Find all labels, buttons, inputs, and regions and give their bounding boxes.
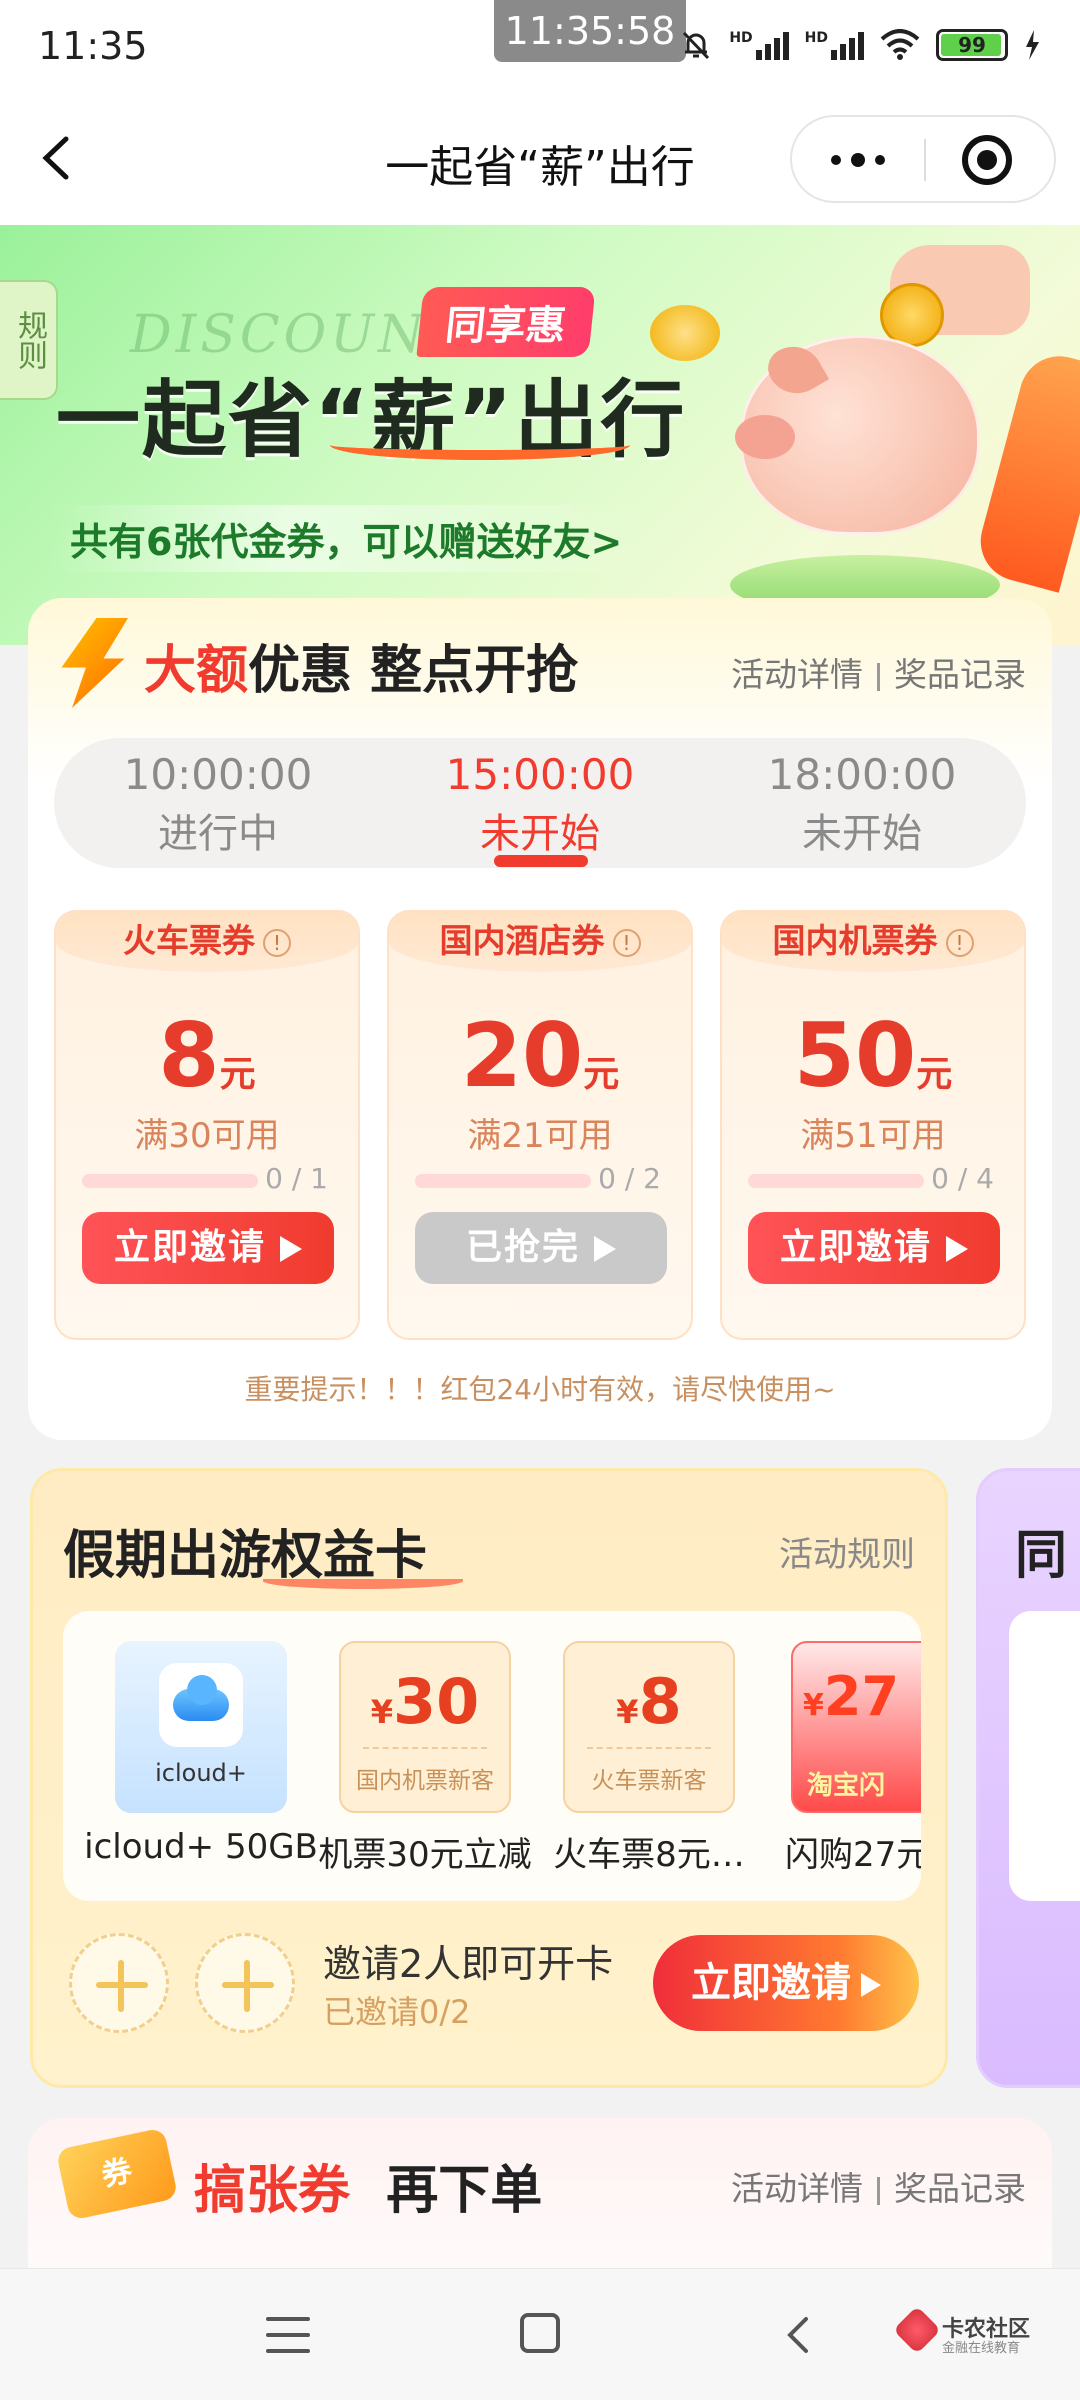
activity-details-link[interactable]: 活动详情 bbox=[731, 2169, 863, 2208]
invite-slot-plus-icon[interactable] bbox=[195, 1933, 295, 2033]
banner-title: 一起省“薪”出行 bbox=[56, 371, 687, 469]
system-nav-bar: 卡农社区 金融在线教育 bbox=[0, 2268, 1080, 2400]
watermark-icon bbox=[892, 2305, 942, 2355]
section-links: 活动详情 奖品记录 bbox=[731, 648, 1026, 696]
invite-requirement: 邀请2人即可开卡 bbox=[323, 1942, 614, 1986]
coupon-amount: 50 bbox=[793, 1004, 917, 1107]
coupon-train: 火车票券! 8元 满30可用 0 / 1 立即邀请 bbox=[54, 910, 360, 1340]
activity-rules-link[interactable]: 活动规则 bbox=[779, 1527, 915, 1576]
signal-icon-1: HD bbox=[729, 30, 789, 60]
clock-overlay: 11:35:58 bbox=[494, 0, 686, 62]
ticket-icon: 券 bbox=[55, 2127, 179, 2221]
banner-subtitle-link[interactable]: 共有6张代金券，可以赠送好友> bbox=[50, 505, 647, 572]
recent-apps-icon[interactable] bbox=[266, 2317, 310, 2353]
piggy-snout bbox=[735, 415, 795, 459]
mute-bell-icon bbox=[683, 31, 710, 60]
more-button[interactable] bbox=[792, 117, 924, 203]
coupon-hotel: 国内酒店券! 20元 满21可用 0 / 2 已抢完 bbox=[387, 910, 693, 1340]
coupon-condition: 满21可用 bbox=[467, 1116, 613, 1156]
section-title: 搞张券 再下单 bbox=[194, 2161, 543, 2221]
invite-slot-plus-icon[interactable] bbox=[69, 1933, 169, 2033]
section-title: 大额优惠 整点开抢 bbox=[144, 641, 579, 701]
back-icon[interactable] bbox=[780, 2315, 820, 2355]
lightning-icon bbox=[61, 618, 128, 708]
active-tab-indicator bbox=[494, 855, 588, 867]
coupon-condition: 满51可用 bbox=[800, 1116, 946, 1156]
battery-icon: 99 bbox=[936, 29, 1008, 61]
progress-count: 0 / 1 bbox=[265, 1162, 328, 1195]
time-tab-1500[interactable]: 15:00:00 未开始 bbox=[390, 750, 690, 859]
perk-item[interactable]: ¥30 国内机票新客 机票30元立减 bbox=[318, 1641, 532, 1876]
holiday-benefit-card: 假期出游权益卡 活动规则 icloud+ icloud+ 50GB ¥30 国内… bbox=[30, 1468, 948, 2088]
perk-item[interactable]: ¥8 火车票新客 火车票8元… bbox=[549, 1641, 749, 1876]
card-title: 同 bbox=[1015, 1526, 1068, 1586]
perk-name: icloud+ 50GB bbox=[84, 1827, 318, 1867]
progress-count: 0 / 2 bbox=[598, 1162, 661, 1195]
play-arrow-icon bbox=[280, 1236, 302, 1262]
invite-button[interactable]: 立即邀请 bbox=[82, 1212, 334, 1284]
invite-now-button[interactable]: 立即邀请 bbox=[653, 1935, 919, 2031]
invited-count: 已邀请0/2 bbox=[323, 1993, 471, 2031]
section-links: 活动详情 奖品记录 bbox=[731, 2162, 1026, 2210]
capsule-menu bbox=[790, 115, 1056, 203]
progress-bar bbox=[415, 1174, 591, 1188]
coupon-condition: 满30可用 bbox=[134, 1116, 280, 1156]
hero-banner: 规则 DISCOUNT 同享惠 一起省“薪”出行 共有6张代金券，可以赠送好友> bbox=[0, 225, 1080, 645]
perk-name: 机票30元立减 bbox=[318, 1835, 532, 1875]
prize-records-link[interactable]: 奖品记录 bbox=[894, 655, 1026, 694]
title-swoosh bbox=[330, 430, 630, 460]
taobao-coupon-icon: ¥27 淘宝闪 bbox=[791, 1641, 921, 1813]
signal-icon-2: HD bbox=[805, 30, 864, 60]
sold-out-button[interactable]: 已抢完 bbox=[415, 1212, 667, 1284]
play-arrow-icon bbox=[594, 1236, 616, 1262]
status-icons: HD HD 99 bbox=[679, 28, 1040, 62]
activity-details-link[interactable]: 活动详情 bbox=[731, 655, 863, 694]
charging-icon bbox=[1026, 30, 1039, 60]
time-slot-tabs: 10:00:00 进行中 15:00:00 未开始 18:00:00 未开始 bbox=[54, 738, 1026, 868]
ribbon-illustration bbox=[971, 347, 1080, 593]
watermark-logo: 卡农社区 金融在线教育 bbox=[892, 2305, 1030, 2359]
home-icon[interactable] bbox=[520, 2313, 560, 2353]
coupon-flight: 国内机票券! 50元 满51可用 0 / 4 立即邀请 bbox=[720, 910, 1026, 1340]
progress-bar bbox=[82, 1174, 258, 1188]
status-time: 11:35 bbox=[38, 24, 148, 68]
info-icon[interactable]: ! bbox=[612, 928, 641, 957]
progress-bar bbox=[748, 1174, 924, 1188]
coupon-name: 国内机票券 bbox=[772, 921, 938, 960]
promo-badge: 同享惠 bbox=[416, 287, 596, 357]
info-icon[interactable]: ! bbox=[945, 928, 974, 957]
time-tab-1800[interactable]: 18:00:00 未开始 bbox=[712, 750, 1012, 859]
perk-list: icloud+ icloud+ 50GB ¥30 国内机票新客 机票30元立减 … bbox=[63, 1611, 921, 1901]
coupon-ticket-icon: ¥8 火车票新客 bbox=[563, 1641, 735, 1813]
coupon-amount: 20 bbox=[460, 1004, 584, 1107]
perk-item[interactable]: icloud+ icloud+ 50GB bbox=[84, 1641, 318, 1867]
card-title: 假期出游权益卡 bbox=[63, 1526, 428, 1586]
coupon-ticket-icon: ¥30 国内机票新客 bbox=[339, 1641, 511, 1813]
rules-tab[interactable]: 规则 bbox=[0, 280, 58, 400]
icloud-icon: icloud+ bbox=[115, 1641, 287, 1813]
coupon-name: 国内酒店券 bbox=[439, 921, 605, 960]
big-discount-card: 大额优惠 整点开抢 活动详情 奖品记录 10:00:00 进行中 15:00:00 未… bbox=[28, 598, 1052, 1440]
perk-name: 闪购27元 bbox=[785, 1835, 921, 1875]
invite-button[interactable]: 立即邀请 bbox=[748, 1212, 1000, 1284]
more-dots-icon bbox=[831, 155, 841, 165]
nav-bar: 一起省“薪”出行 bbox=[0, 95, 1080, 225]
progress-count: 0 / 4 bbox=[931, 1162, 994, 1195]
status-bar: 11:35 11:35:58 HD HD 99 bbox=[0, 0, 1080, 95]
play-arrow-icon bbox=[861, 1973, 881, 1997]
time-tab-1000[interactable]: 10:00:00 进行中 bbox=[68, 750, 368, 859]
coupon-name: 火车票券 bbox=[123, 921, 255, 960]
notice-text: 重要提示！！！红包24小时有效，请尽快使用~ bbox=[244, 1373, 836, 1406]
wifi-icon bbox=[880, 29, 920, 60]
next-benefit-card[interactable]: 同 bbox=[976, 1468, 1080, 2088]
play-arrow-icon bbox=[946, 1236, 968, 1262]
prize-records-link[interactable]: 奖品记录 bbox=[894, 2169, 1026, 2208]
perk-item[interactable]: ¥27 淘宝闪 闪购27元 bbox=[777, 1641, 921, 1876]
close-miniprogram-icon[interactable] bbox=[962, 135, 1012, 185]
info-icon[interactable]: ! bbox=[263, 928, 291, 957]
perk-name: 火车票8元… bbox=[553, 1835, 745, 1875]
coupon-amount: 8 bbox=[158, 1004, 220, 1107]
